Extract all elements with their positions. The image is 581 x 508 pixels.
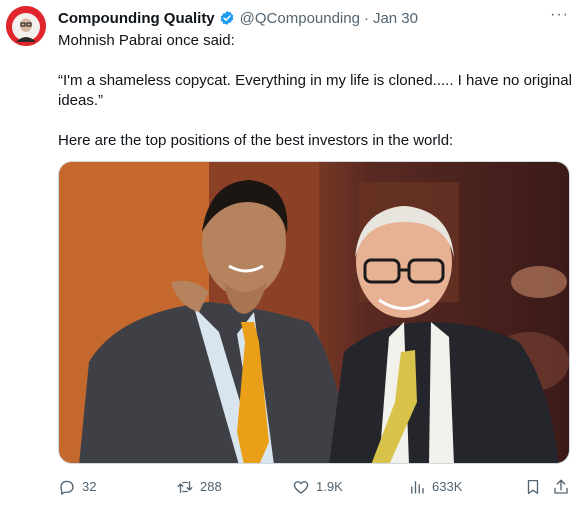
reply-icon <box>60 480 74 495</box>
reply-count: 32 <box>82 479 97 494</box>
tweet-photo[interactable] <box>58 161 570 464</box>
tweet-text-line: Here are the top positions of the best i… <box>58 132 454 149</box>
bookmark-button[interactable] <box>524 478 548 496</box>
like-icon <box>293 481 309 494</box>
author-name[interactable]: Compounding Quality <box>58 10 215 27</box>
like-button[interactable]: 1.9K <box>292 478 343 496</box>
avatar-portrait <box>6 6 46 46</box>
tweet-header: Compounding Quality @QCompounding · Jan … <box>58 6 569 28</box>
share-button[interactable] <box>552 478 576 496</box>
retweet-count: 288 <box>200 479 222 494</box>
bookmark-icon <box>527 479 539 495</box>
share-icon <box>554 479 568 494</box>
like-count: 1.9K <box>316 479 343 494</box>
retweet-icon <box>177 481 193 493</box>
tweet-date[interactable]: Jan 30 <box>373 10 418 27</box>
verified-badge-icon <box>219 10 235 26</box>
action-bar: 32 288 1.9K 633K <box>58 478 570 498</box>
tweet-text-line: Mohnish Pabrai once said: <box>58 32 235 49</box>
separator-dot: · <box>363 9 369 27</box>
more-options-icon[interactable]: ··· <box>550 6 569 24</box>
tweet-text: Mohnish Pabrai once said: “I'm a shamele… <box>58 31 573 151</box>
views-button[interactable]: 633K <box>408 478 462 496</box>
reply-button[interactable]: 32 <box>58 478 96 496</box>
avatar[interactable] <box>6 6 46 46</box>
views-icon <box>411 481 424 494</box>
photo-two-men <box>59 162 569 463</box>
view-count: 633K <box>432 479 463 494</box>
author-handle[interactable]: @QCompounding <box>240 10 360 27</box>
tweet-text-line: “I'm a shameless copycat. Everything in … <box>58 72 572 109</box>
retweet-button[interactable]: 288 <box>176 478 222 496</box>
